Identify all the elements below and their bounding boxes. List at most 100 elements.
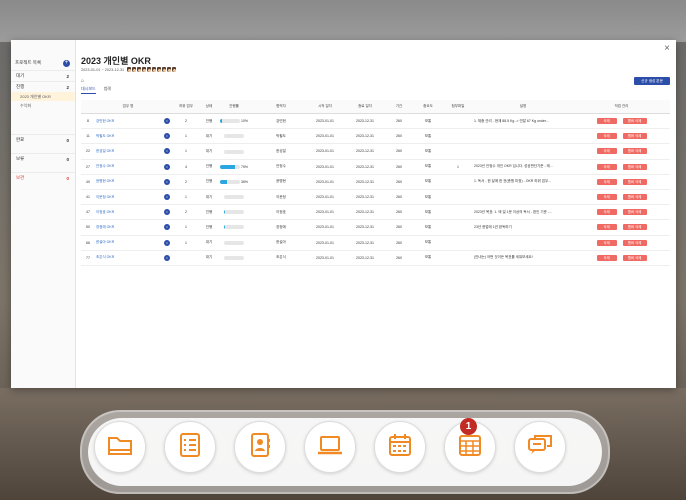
delete-button[interactable]: 삭제 [596, 254, 617, 261]
column-header[interactable] [161, 100, 173, 114]
dock-button-contacts[interactable] [234, 421, 286, 473]
table-row[interactable]: 66 한설아 OKR • 1 대기 한설아 2023-01-01 2023-12-31 260 보… [81, 235, 670, 251]
column-header[interactable]: 첨부파일 [443, 100, 473, 114]
okr-name-link[interactable]: 장정애 OKR [96, 225, 114, 229]
member-delete-button[interactable]: 멤버 삭제 [622, 148, 647, 155]
member-delete-button[interactable]: 멤버 삭제 [622, 224, 647, 231]
okr-name-link[interactable]: 한설아 OKR [96, 240, 114, 244]
table-row[interactable]: 47 이정호 OKR • 2 진행 이정호 2023-01-01 2023-12-31 260 보… [81, 204, 670, 221]
okr-action-icon[interactable]: • [164, 148, 170, 155]
tab-legend[interactable]: 범례 [104, 86, 111, 94]
delete-button[interactable]: 삭제 [596, 148, 617, 155]
progress-fill [223, 210, 226, 215]
okr-window: × 프로젝트 목록 + 대기 2 진행 2 2023 개인별 OKR 수익화 완… [11, 40, 676, 388]
table-row[interactable]: 8 강민헌 OKR • 2 진행 10% 강민헌 2023-01-01 2023-12-31 26… [81, 113, 670, 130]
delete-button[interactable]: 삭제 [596, 239, 617, 246]
delete-button[interactable]: 삭제 [596, 224, 617, 231]
member-delete-button[interactable]: 멤버 삭제 [622, 254, 647, 261]
column-header[interactable]: 종료 일자 [345, 100, 385, 114]
add-project-icon[interactable]: + [63, 59, 70, 67]
collaborator-cell: 한성일 [257, 143, 305, 160]
table-row[interactable]: 40 윤병현 OKR • 2 진행 36% 윤병현 2023-01-01 2023-12-31 2… [81, 174, 670, 190]
priority: 보통 [413, 113, 443, 130]
member-delete-button[interactable]: 멤버 삭제 [622, 118, 647, 125]
okr-name-link[interactable]: 강민헌 OKR [96, 119, 114, 123]
okr-action-icon[interactable]: • [164, 194, 170, 201]
delete-button[interactable]: 삭제 [596, 178, 617, 185]
okr-action-icon[interactable]: • [164, 163, 170, 170]
okr-name-link[interactable]: 윤병현 OKR [96, 179, 114, 183]
okr-name-link[interactable]: 이정호 OKR [96, 210, 114, 214]
column-header[interactable]: 협력자 [257, 100, 305, 114]
delete-button[interactable]: 삭제 [596, 118, 617, 125]
progress-bar [223, 255, 244, 260]
end-date: 2023-12-31 [345, 159, 385, 175]
member-delete-button[interactable]: 멤버 삭제 [622, 178, 647, 185]
sidebar-item-monetization[interactable]: 수익화 [11, 101, 75, 110]
column-header[interactable] [81, 100, 95, 114]
sidebar-category-waiting[interactable]: 대기 2 [11, 70, 75, 81]
okr-action-icon[interactable]: • [164, 239, 170, 246]
avatar [137, 67, 142, 72]
okr-action-icon[interactable]: • [164, 209, 170, 216]
dock-button-chat[interactable] [514, 421, 566, 473]
duration: 260 [385, 189, 413, 206]
delete-button[interactable]: 삭제 [596, 163, 617, 170]
table-row[interactable]: 77 조은식 OKR • 대기 조은식 2023-01-01 2023-12-31 260 보통… [81, 250, 670, 266]
delete-button[interactable]: 삭제 [596, 133, 617, 140]
new-create-button[interactable]: 신규 생성 본문 [634, 77, 670, 85]
description [473, 235, 573, 251]
column-header[interactable]: 하위 업무 [173, 100, 199, 114]
delete-button[interactable]: 삭제 [596, 209, 617, 216]
avatar [127, 67, 132, 72]
column-header[interactable]: 업무 명 [95, 100, 161, 114]
column-header[interactable] [249, 100, 257, 114]
sidebar-category-progress[interactable]: 진행 2 [11, 81, 75, 92]
table-row[interactable]: 50 장정애 OKR • 1 진행 장정애 2023-01-01 2023-12-31 260 보… [81, 219, 670, 236]
attachment-count [443, 174, 473, 190]
sidebar-category-hold[interactable]: 보류 0 [11, 153, 75, 164]
column-header[interactable]: 시작 일자 [305, 100, 345, 114]
table-row[interactable]: 41 이문정 OKR • 1 대기 이문정 2023-01-01 2023-12-31 260 보… [81, 189, 670, 206]
column-header[interactable]: 중요도 [413, 100, 443, 114]
actions-cell: 삭제 멤버 삭제 [573, 219, 670, 236]
sidebar-item-okr[interactable]: 2023 개인별 OKR [11, 92, 75, 101]
dock-button-laptop[interactable] [304, 421, 356, 473]
delete-button[interactable]: 삭제 [596, 194, 617, 201]
okr-action-icon[interactable]: • [164, 224, 170, 231]
category-count: 0 [66, 175, 69, 181]
okr-name-link[interactable]: 이문정 OKR [96, 195, 114, 199]
column-header[interactable]: 진행률 [219, 100, 249, 114]
tab-dashboard[interactable]: 대시보드 [81, 86, 96, 94]
home-icon[interactable]: ⌂ [81, 78, 84, 84]
table-row[interactable]: 22 한성일 OKR • 1 대기 한성일 2023-01-01 2023-12-31 260 보… [81, 143, 670, 160]
table-row[interactable]: 27 안정수 OKR • 4 진행 75% 안정수 2023-01-01 2023-12-31 2… [81, 159, 670, 175]
dock-button-folder[interactable] [94, 421, 146, 473]
column-header[interactable]: 작업 관리 [573, 100, 670, 114]
okr-name-link[interactable]: 한성일 OKR [96, 149, 114, 153]
dock-button-calendar[interactable] [374, 421, 426, 473]
column-header[interactable]: 설명 [473, 100, 573, 114]
member-delete-button[interactable]: 멤버 삭제 [622, 209, 647, 216]
okr-name-link[interactable]: 안정수 OKR [96, 164, 114, 168]
okr-action-icon[interactable]: • [164, 118, 170, 125]
member-delete-button[interactable]: 멤버 삭제 [622, 194, 647, 201]
column-header[interactable]: 상태 [199, 100, 219, 114]
sidebar-category-done[interactable]: 완료 0 [11, 134, 75, 145]
table-body: 8 강민헌 OKR • 2 진행 10% 강민헌 2023-01-01 2023-12-31 26… [81, 113, 670, 266]
member-delete-button[interactable]: 멤버 삭제 [622, 239, 647, 246]
table-row[interactable]: 11 박필도 OKR • 1 대기 박필도 2023-01-01 2023-12-31 260 보… [81, 128, 670, 145]
member-delete-button[interactable]: 멤버 삭제 [622, 163, 647, 170]
member-delete-button[interactable]: 멤버 삭제 [622, 133, 647, 140]
sub-task-count: 1 [173, 189, 199, 206]
column-header[interactable]: 기간 [385, 100, 413, 114]
okr-action-icon[interactable]: • [164, 178, 170, 185]
dock-button-checklist[interactable] [164, 421, 216, 473]
okr-action-icon[interactable]: • [164, 254, 170, 261]
start-date: 2023-01-01 [305, 204, 345, 221]
okr-name-link[interactable]: 박필도 OKR [96, 134, 114, 138]
okr-action-icon[interactable]: • [164, 133, 170, 140]
sidebar-category-archive[interactable]: 보관 0 [11, 172, 75, 183]
priority: 보통 [413, 159, 443, 175]
okr-name-link[interactable]: 조은식 OKR [96, 255, 114, 259]
